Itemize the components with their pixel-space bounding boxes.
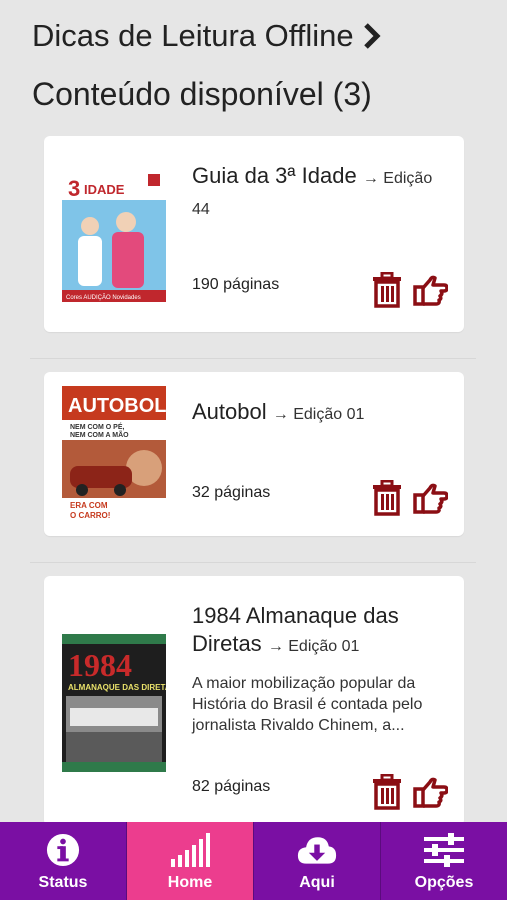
hand-pointer-icon [413, 777, 449, 808]
svg-text:NEM COM A MÃO: NEM COM A MÃO [70, 430, 129, 439]
item-pages: 82 páginas [192, 778, 271, 795]
item-actions [370, 773, 449, 810]
svg-text:ERA COM: ERA COM [70, 501, 108, 510]
svg-text:3: 3 [68, 176, 80, 201]
offline-tips-link[interactable]: Dicas de Leitura Offline [32, 14, 492, 58]
item-title: Guia da 3ª Idade → Edição 44 [192, 162, 448, 224]
svg-text:O CARRO!: O CARRO! [70, 511, 110, 520]
trash-icon [373, 271, 401, 308]
tab-label: Status [38, 874, 88, 891]
item-actions [370, 271, 449, 308]
delete-button[interactable] [370, 271, 404, 308]
tab-aqui[interactable]: Aqui [254, 822, 381, 900]
tab-label: Aqui [299, 874, 335, 891]
chevron-right-icon [363, 23, 381, 49]
tab-label: Home [167, 874, 213, 891]
item-pages: 190 páginas [192, 276, 280, 293]
book-cover: 3 IDADE Cores AUDIÇÃO Novidades [62, 170, 166, 302]
book-cover: AUTOBOL NEM COM O PÉ, NEM COM A MÃO ERA … [62, 386, 166, 522]
delete-button[interactable] [370, 479, 404, 516]
svg-text:1984: 1984 [68, 647, 132, 683]
divider [30, 358, 476, 359]
item-description: A maior mobilização popular da História … [192, 675, 423, 734]
divider [30, 562, 476, 563]
read-button[interactable] [412, 272, 449, 308]
svg-text:ALMANAQUE DAS DIRETAS: ALMANAQUE DAS DIRETAS [68, 683, 166, 692]
tab-label: Opções [414, 874, 474, 891]
item-pages: 32 páginas [192, 484, 271, 501]
item-title: 1984 Almanaque das Diretas → Edição 01 [192, 602, 448, 661]
read-button[interactable] [412, 774, 449, 810]
list-item[interactable]: AUTOBOL NEM COM O PÉ, NEM COM A MÃO ERA … [44, 372, 464, 536]
item-title-text: Guia da 3ª Idade [192, 163, 357, 188]
svg-text:IDADE: IDADE [84, 182, 125, 197]
info-icon [43, 832, 83, 868]
list-item[interactable]: 1984 ALMANAQUE DAS DIRETAS 1984 Almanaqu… [44, 576, 464, 826]
svg-text:NEM COM O PÉ,: NEM COM O PÉ, [70, 422, 125, 431]
signal-bars-icon [170, 832, 210, 868]
item-actions [370, 479, 449, 516]
hand-pointer-icon [413, 483, 449, 514]
item-info: 1984 Almanaque das Diretas → Edição 01 A… [192, 602, 448, 736]
section-title: Conteúdo disponível (3) [32, 76, 372, 112]
item-title: Autobol → Edição 01 [192, 398, 448, 429]
tab-status[interactable]: Status [0, 822, 127, 900]
cloud-download-icon [297, 832, 337, 868]
item-info: Guia da 3ª Idade → Edição 44 [192, 162, 448, 224]
book-cover: 1984 ALMANAQUE DAS DIRETAS [62, 634, 166, 772]
svg-text:AUTOBOL: AUTOBOL [68, 395, 166, 417]
item-edition: → Edição 01 [272, 406, 365, 423]
trash-icon [373, 773, 401, 810]
item-title-text: Autobol [192, 399, 267, 424]
item-edition: → Edição 01 [267, 638, 360, 655]
hand-pointer-icon [413, 275, 449, 306]
item-info: Autobol → Edição 01 [192, 398, 448, 429]
svg-text:Cores AUDIÇÃO Novidades: Cores AUDIÇÃO Novidades [66, 294, 141, 301]
tab-home[interactable]: Home [127, 822, 254, 900]
tab-opcoes[interactable]: Opções [381, 822, 507, 900]
trash-icon [373, 479, 401, 516]
page-title: Dicas de Leitura Offline [32, 18, 354, 53]
bottom-tab-bar: Status Home Aqui Opções [0, 822, 507, 900]
list-item[interactable]: 3 IDADE Cores AUDIÇÃO Novidades Guia da … [44, 136, 464, 332]
sliders-icon [424, 832, 464, 868]
header: Dicas de Leitura Offline Conteúdo dispon… [32, 14, 492, 116]
delete-button[interactable] [370, 773, 404, 810]
read-button[interactable] [412, 480, 449, 516]
